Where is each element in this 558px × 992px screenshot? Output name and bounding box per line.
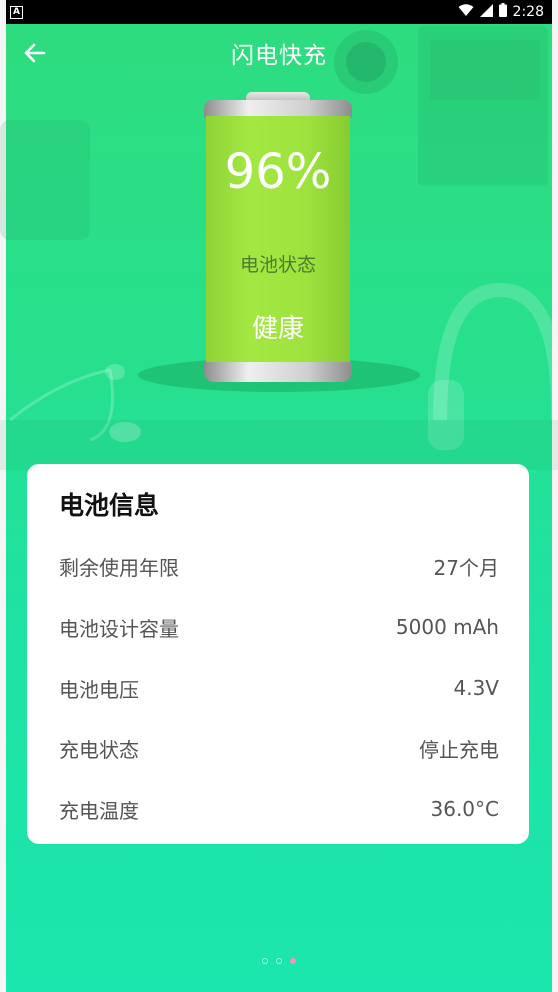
info-label: 充电状态 [59, 737, 139, 762]
card-title: 电池信息 [59, 491, 160, 520]
battery-health: 健康 [251, 314, 304, 344]
info-value: 4.3V [453, 676, 500, 700]
info-label: 充电温度 [59, 798, 139, 823]
info-row-voltage: 电池电压 4.3V [59, 668, 499, 708]
info-label: 电池设计容量 [59, 616, 179, 641]
info-value: 36.0°C [430, 797, 500, 821]
info-row-charge-temperature: 充电温度 36.0°C [59, 789, 499, 829]
info-value: 27个月 [433, 555, 499, 580]
info-value: 5000 mAh [395, 615, 499, 639]
info-row-remaining-life: 剩余使用年限 27个月 [59, 546, 499, 586]
info-value: 停止充电 [419, 737, 499, 762]
battery-status-label: 电池状态 [239, 254, 316, 276]
battery-bottom-rim [204, 362, 352, 382]
page-indicator [0, 958, 558, 964]
page-dot-active[interactable] [290, 958, 296, 964]
page-title: 闪电快充 [231, 43, 327, 69]
app-screen: A 2:28 闪电快充 96% 电池状态 健康 电池信息 剩余使用年限 27个月… [0, 0, 558, 992]
info-label: 电池电压 [59, 677, 139, 702]
info-label: 剩余使用年限 [59, 555, 179, 580]
page-dot[interactable] [276, 958, 282, 964]
info-row-charge-state: 充电状态 停止充电 [59, 728, 499, 768]
battery-percent: 96% [224, 144, 332, 200]
info-row-design-capacity: 电池设计容量 5000 mAh [59, 607, 499, 647]
page-dot[interactable] [262, 958, 268, 964]
battery-info-card: 电池信息 剩余使用年限 27个月 电池设计容量 5000 mAh 电池电压 4.… [27, 464, 529, 844]
